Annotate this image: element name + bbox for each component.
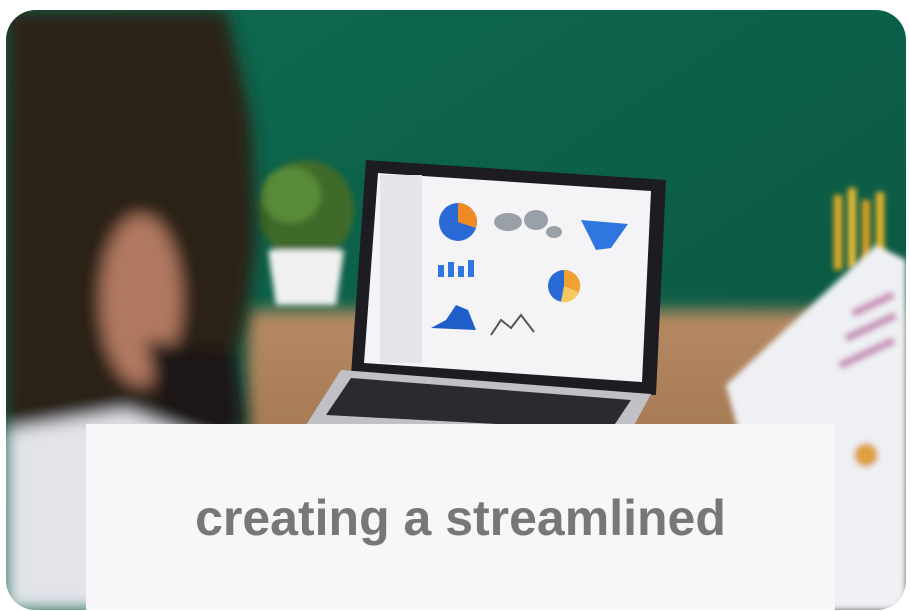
pie-chart-icon	[439, 203, 477, 241]
card-title: creating a streamlined	[195, 490, 726, 546]
content-card[interactable]: creating a streamlined	[6, 10, 906, 610]
caption-panel: creating a streamlined	[86, 424, 835, 610]
pie-chart-icon	[548, 269, 581, 303]
